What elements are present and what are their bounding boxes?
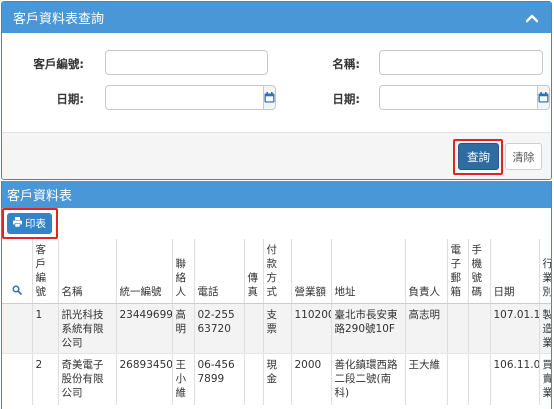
table-panel-header: 客戶資料表 <box>2 181 551 208</box>
search-button[interactable]: 查詢 <box>458 143 499 170</box>
table-cell: 1 <box>32 303 59 354</box>
clear-button[interactable]: 清除 <box>505 143 542 170</box>
table-row[interactable]: 1 訊光科技系統有限公司 23449699 高明 02-25563720 支票 … <box>2 303 551 354</box>
column-search-cell <box>2 239 33 304</box>
customer-no-input[interactable] <box>105 50 268 75</box>
name-input[interactable] <box>379 50 543 75</box>
table-cell: 製造業 <box>539 303 551 354</box>
table-cell: 善化鎮環西路二段二號(南科) <box>331 353 406 405</box>
table-cell <box>447 353 469 405</box>
table-cell <box>468 353 491 405</box>
column-header[interactable]: 客戶編號 <box>32 239 59 304</box>
row-select-cell[interactable] <box>2 353 33 405</box>
table-cell <box>468 303 491 354</box>
table-cell: 奇美電子股份有限公司 <box>58 353 117 405</box>
column-header[interactable]: 付款方式 <box>263 239 292 304</box>
column-header[interactable]: 電話 <box>194 239 245 304</box>
table-cell: 23449699 <box>116 303 173 354</box>
customer-table: 客戶編號 名稱 統一編號 聯絡人 電話 傳真 付款方式 營業額 地址 負責人 電… <box>2 239 551 405</box>
column-header[interactable]: 統一編號 <box>116 239 173 304</box>
query-panel-header: 客戶資料表查詢 <box>2 2 551 33</box>
table-cell: 2 <box>32 353 59 405</box>
date-to-input[interactable] <box>379 85 538 110</box>
column-header[interactable]: 行業別 <box>539 239 551 304</box>
table-row[interactable]: 2 奇美電子股份有限公司 26893450 王小維 06-4567899 現金 … <box>2 353 551 405</box>
table-cell: 2000 <box>291 353 332 405</box>
table-header-row: 客戶編號 名稱 統一編號 聯絡人 電話 傳真 付款方式 營業額 地址 負責人 電… <box>2 239 551 304</box>
table-cell: 110200 <box>291 303 332 354</box>
column-header[interactable]: 電子郵箱 <box>447 239 469 304</box>
print-button-label: 印表 <box>25 218 46 230</box>
table-cell: 訊光科技系統有限公司 <box>58 303 117 354</box>
column-header[interactable]: 名稱 <box>58 239 117 304</box>
column-header[interactable]: 負責人 <box>405 239 448 304</box>
table-cell: 王大維 <box>405 353 448 405</box>
column-header[interactable]: 地址 <box>331 239 406 304</box>
table-cell: 107.01.15 <box>490 303 540 354</box>
column-header[interactable]: 日期 <box>490 239 540 304</box>
query-panel-title: 客戶資料表查詢 <box>13 12 105 27</box>
table-cell: 06-4567899 <box>194 353 245 405</box>
table-cell: 高明 <box>172 303 195 354</box>
row-select-cell[interactable] <box>2 303 33 354</box>
date-from-label: 日期: <box>56 92 84 106</box>
table-cell: 26893450 <box>116 353 173 405</box>
query-form: 客戶編號: 名稱: 日期: 日期: <box>2 33 551 132</box>
table-panel-title: 客戶資料表 <box>7 189 73 204</box>
calendar-icon[interactable] <box>264 85 276 110</box>
table-cell <box>244 303 264 354</box>
date-from-input[interactable] <box>105 85 264 110</box>
query-panel: 客戶資料表查詢 客戶編號: 名稱: 日期: 日期: 查詢 清除 <box>1 1 552 180</box>
table-cell: 高志明 <box>405 303 448 354</box>
column-header[interactable]: 營業額 <box>291 239 332 304</box>
date-from-picker <box>105 85 276 110</box>
column-header[interactable]: 聯絡人 <box>172 239 195 304</box>
table-cell <box>244 353 264 405</box>
print-button[interactable]: 印表 <box>7 213 52 234</box>
column-header[interactable]: 傳真 <box>244 239 264 304</box>
date-to-picker <box>379 85 550 110</box>
column-header[interactable]: 手機號碼 <box>468 239 491 304</box>
table-cell: 支票 <box>263 303 292 354</box>
table-cell: 106.11.05 <box>490 353 540 405</box>
table-cell: 02-25563720 <box>194 303 245 354</box>
table-cell: 臺北市長安東路290號10F <box>331 303 406 354</box>
table-cell: 王小維 <box>172 353 195 405</box>
customer-no-label: 客戶編號: <box>33 57 84 71</box>
name-label: 名稱: <box>332 57 360 71</box>
date-to-label: 日期: <box>332 92 360 106</box>
query-panel-footer: 查詢 清除 <box>2 132 551 179</box>
printer-icon <box>13 217 22 230</box>
table-cell <box>447 303 469 354</box>
customer-table-panel: 客戶資料表 印表 客戶編號 名稱 統一編號 聯絡人 電話 傳真 付款方式 營業額… <box>1 181 552 409</box>
table-toolbar: 印表 <box>2 208 551 239</box>
calendar-icon[interactable] <box>538 85 550 110</box>
table-cell: 買賣業 <box>539 353 551 405</box>
chevron-up-icon[interactable] <box>524 10 540 26</box>
search-icon[interactable] <box>12 284 22 298</box>
table-cell: 現金 <box>263 353 292 405</box>
